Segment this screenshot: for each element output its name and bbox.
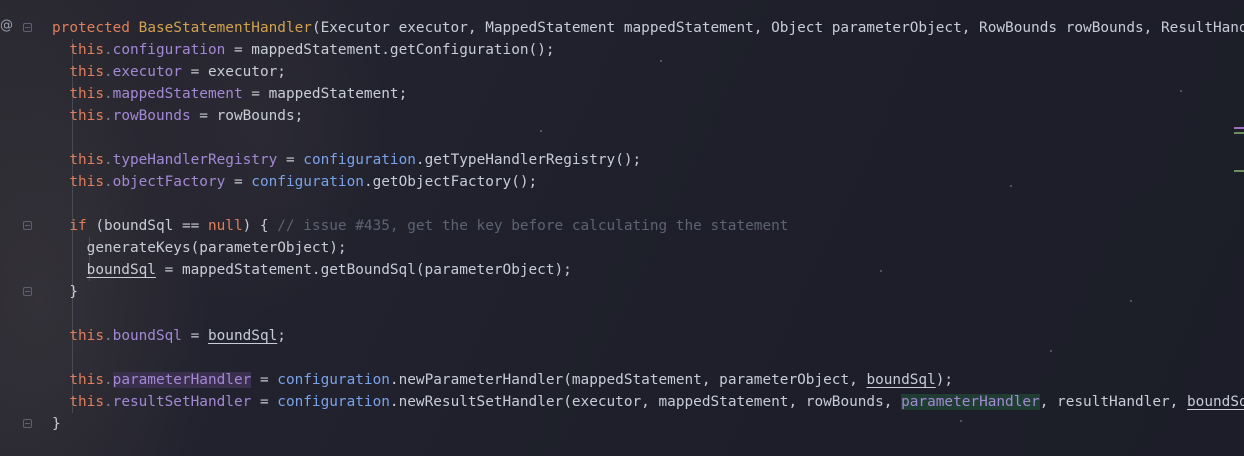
code-line: this.rowBounds = rowBounds; [52, 105, 1244, 127]
this-keyword: this [69, 108, 104, 124]
statement-end: ); [935, 372, 954, 388]
code-line-constructor: protected BaseStatementHandler(Executor … [52, 17, 1244, 39]
statement-rest: = mappedStatement.getBoundSql(parameterO… [155, 262, 572, 278]
code-line: this.executor = executor; [52, 61, 1244, 83]
change-marker [1234, 170, 1244, 172]
configuration-ref: configuration [303, 152, 416, 168]
annotation-icon[interactable]: @ [0, 18, 13, 33]
closing-brace: } [52, 416, 61, 432]
change-marker [1234, 132, 1244, 134]
method-call: .newResultSetHandler(executor, mappedSta… [389, 394, 902, 410]
change-marker [1234, 127, 1244, 129]
editor-gutter: @ [0, 0, 44, 456]
code-line: this.resultSetHandler = configuration.ne… [52, 391, 1244, 413]
code-line-if: if (boundSql == null) { // issue #435, g… [52, 215, 1244, 237]
boundsql-var: boundSql [207, 328, 278, 344]
assign-op: = [251, 372, 278, 388]
statement-rest: = mappedStatement.getConfiguration(); [225, 42, 555, 58]
closing-brace: } [69, 284, 78, 300]
code-line: this.objectFactory = configuration.getOb… [52, 171, 1244, 193]
this-keyword: this [69, 64, 104, 80]
statement-rest: = rowBounds; [190, 108, 304, 124]
this-keyword: this [69, 174, 104, 190]
this-keyword: this [69, 86, 104, 102]
statement: generateKeys(parameterObject); [86, 240, 347, 256]
field-name: mappedStatement [112, 86, 243, 102]
this-keyword: this [69, 328, 104, 344]
configuration-ref: configuration [251, 174, 364, 190]
code-line: boundSql = mappedStatement.getBoundSql(p… [52, 259, 1244, 281]
statement-rest: .getTypeHandlerRegistry(); [415, 152, 642, 168]
method-call: .newParameterHandler(mappedStatement, pa… [389, 372, 867, 388]
condition-end: ) { [242, 218, 278, 234]
this-keyword: this [69, 394, 104, 410]
this-keyword: this [69, 152, 104, 168]
code-line: generateKeys(parameterObject); [52, 237, 1244, 259]
assign-op: = [181, 328, 208, 344]
statement-rest: = mappedStatement; [242, 86, 408, 102]
code-line: this.configuration = mappedStatement.get… [52, 39, 1244, 61]
code-editor[interactable]: @ protected BaseStatementHandler(Executo… [0, 0, 1244, 456]
statement-rest: , resultHandler, [1039, 394, 1188, 410]
modifier-keyword: protected [52, 20, 130, 36]
fold-minus-icon[interactable] [23, 23, 32, 32]
this-keyword: this [69, 372, 104, 388]
dot: . [103, 328, 113, 344]
if-keyword: if [69, 218, 87, 234]
assign-op: = [225, 174, 252, 190]
code-line: this.parameterHandler = configuration.ne… [52, 369, 1244, 391]
code-line: } [52, 413, 1244, 435]
scrollbar-markers[interactable] [1234, 120, 1244, 180]
condition: (boundSql == [86, 218, 208, 234]
configuration-ref: configuration [277, 394, 390, 410]
dot: . [103, 108, 113, 124]
boundsql-var: boundSql [866, 372, 936, 388]
field-name: resultSetHandler [112, 394, 252, 410]
field-name: typeHandlerRegistry [112, 152, 278, 168]
code-line: } [52, 281, 1244, 303]
fold-minus-icon[interactable] [23, 221, 32, 230]
field-name: configuration [112, 42, 226, 58]
code-line: this.mappedStatement = mappedStatement; [52, 83, 1244, 105]
constructor-params: (Executor executor, MappedStatement mapp… [311, 20, 1244, 36]
dot: . [103, 394, 113, 410]
fold-minus-icon[interactable] [23, 287, 32, 296]
dot: . [103, 42, 113, 58]
semicolon: ; [277, 328, 286, 344]
boundsql-var: boundSql); [1187, 394, 1244, 410]
dot: . [103, 372, 113, 388]
code-line: this.boundSql = boundSql; [52, 325, 1244, 347]
configuration-ref: configuration [277, 372, 390, 388]
field-name: executor [112, 64, 182, 80]
statement-rest: .getObjectFactory(); [363, 174, 538, 190]
field-name: rowBounds [112, 108, 191, 124]
this-keyword: this [69, 42, 104, 58]
field-name-highlighted: parameterHandler [112, 372, 252, 388]
parameterhandler-highlighted: parameterHandler [901, 394, 1040, 410]
field-name: objectFactory [112, 174, 226, 190]
field-name: boundSql [112, 328, 182, 344]
constructor-name: BaseStatementHandler [138, 20, 312, 36]
dot: . [103, 174, 113, 190]
assign-op: = [277, 152, 304, 168]
code-line: this.typeHandlerRegistry = configuration… [52, 149, 1244, 171]
statement-rest: = executor; [181, 64, 286, 80]
assign-op: = [251, 394, 278, 410]
dot: . [103, 64, 113, 80]
dot: . [103, 152, 113, 168]
code-area[interactable]: protected BaseStatementHandler(Executor … [52, 17, 1244, 435]
dot: . [103, 86, 113, 102]
code-comment: // issue #435, get the key before calcul… [277, 218, 789, 234]
null-keyword: null [207, 218, 243, 234]
fold-minus-icon[interactable] [23, 419, 32, 428]
boundsql-var: boundSql [86, 262, 156, 278]
